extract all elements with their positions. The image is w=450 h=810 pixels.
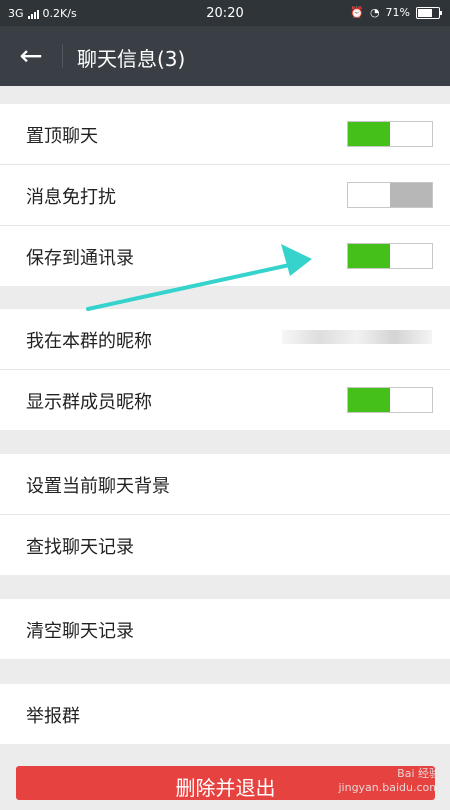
settings-group-2: 我在本群的昵称 显示群成员昵称	[0, 309, 450, 430]
setting-row-mute[interactable]: 消息免打扰	[0, 165, 450, 226]
settings-group-1: 置顶聊天 消息免打扰 保存到通讯录	[0, 104, 450, 286]
back-button[interactable]: ←	[14, 39, 48, 73]
watermark-url: jingyan.baidu.com	[338, 781, 440, 794]
setting-label: 设置当前聊天背景	[26, 476, 170, 497]
setting-label: 置顶聊天	[26, 126, 98, 147]
setting-label: 清空聊天记录	[26, 621, 134, 642]
setting-row-save-contacts[interactable]: 保存到通讯录	[0, 226, 450, 286]
save-contacts-toggle[interactable]	[347, 243, 433, 269]
setting-label: 举报群	[26, 706, 80, 727]
alarm-icon: ⏰	[350, 6, 364, 19]
setting-row-report-group[interactable]: 举报群	[0, 684, 450, 744]
setting-label: 查找聊天记录	[26, 537, 134, 558]
setting-label: 显示群成员昵称	[26, 392, 152, 413]
settings-group-5: 举报群	[0, 684, 450, 744]
setting-row-show-member-nickname[interactable]: 显示群成员昵称	[0, 370, 450, 430]
watermark-brand: Bai 经验	[397, 767, 440, 780]
settings-group-3: 设置当前聊天背景 查找聊天记录	[0, 454, 450, 575]
toolbar-divider	[62, 44, 63, 68]
watermark: Bai 经验 jingyan.baidu.com	[338, 765, 440, 794]
setting-row-clear-history[interactable]: 清空聊天记录	[0, 599, 450, 659]
settings-group-4: 清空聊天记录	[0, 599, 450, 659]
setting-label: 消息免打扰	[26, 187, 116, 208]
setting-label: 我在本群的昵称	[26, 331, 152, 352]
show-member-nickname-toggle[interactable]	[347, 387, 433, 413]
pin-chat-toggle[interactable]	[347, 121, 433, 147]
nickname-value	[282, 330, 432, 344]
setting-label: 保存到通讯录	[26, 248, 134, 269]
status-bar: 3G 0.2K/s 20:20 ⏰ ◔ 71%	[0, 0, 450, 26]
setting-row-pin-chat[interactable]: 置顶聊天	[0, 104, 450, 165]
arrow-left-icon: ←	[19, 39, 43, 72]
battery-icon	[416, 6, 442, 19]
wifi-icon: ◔	[369, 6, 380, 19]
mute-toggle[interactable]	[347, 182, 433, 208]
toolbar: ← 聊天信息(3)	[0, 26, 450, 86]
setting-row-search-history[interactable]: 查找聊天记录	[0, 515, 450, 575]
setting-row-chat-background[interactable]: 设置当前聊天背景	[0, 454, 450, 515]
setting-row-group-nickname[interactable]: 我在本群的昵称	[0, 309, 450, 370]
battery-percent: 71%	[385, 6, 410, 19]
page-title: 聊天信息(3)	[77, 47, 186, 71]
